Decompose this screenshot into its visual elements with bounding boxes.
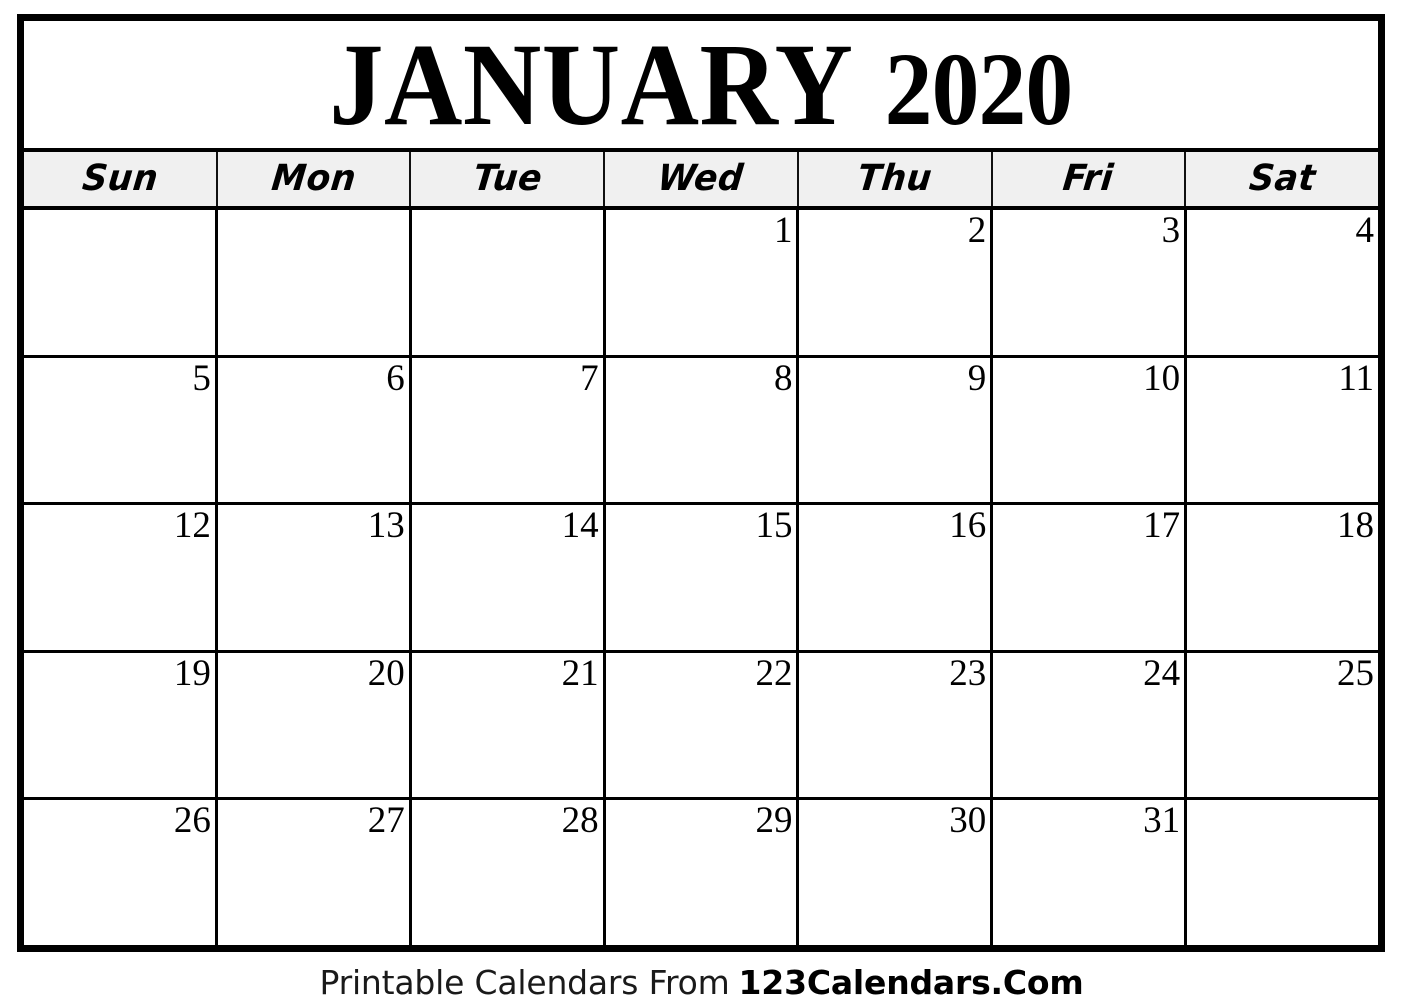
weekday-header-row: Sun Mon Tue Wed Thu Fri Sat (24, 152, 1379, 210)
day-number: 21 (561, 652, 599, 694)
day-number: 3 (1161, 210, 1181, 251)
day-number: 23 (949, 652, 987, 694)
calendar-page: JANUARY 2020 Sun Mon Tue Wed Thu Fri Sat… (0, 0, 1403, 1006)
day-cell[interactable]: 31 (993, 800, 1188, 945)
day-cell[interactable]: 4 (1187, 210, 1379, 355)
day-number: 8 (773, 357, 793, 399)
day-number: 20 (367, 652, 405, 694)
day-number: 7 (580, 357, 599, 399)
day-cell[interactable]: 14 (411, 505, 606, 650)
day-cell[interactable]: 27 (217, 800, 412, 945)
day-number: 9 (967, 357, 987, 399)
day-cell[interactable]: 12 (24, 505, 218, 650)
day-cell[interactable]: 3 (993, 210, 1188, 355)
day-number: 5 (192, 357, 211, 399)
day-cell[interactable]: 23 (799, 652, 994, 798)
day-cell[interactable]: 13 (217, 505, 412, 650)
weekday-header-fri: Fri (992, 152, 1187, 206)
week-row: 19 20 21 22 23 24 25 (24, 652, 1379, 801)
footer: Printable Calendars From 123Calendars.Com (0, 958, 1403, 1006)
day-cell[interactable]: 15 (605, 505, 800, 650)
day-cell[interactable]: 5 (24, 357, 218, 503)
day-number: 14 (561, 505, 599, 547)
day-cell[interactable]: 21 (411, 652, 606, 798)
calendar-title: JANUARY 2020 (329, 21, 1074, 150)
day-number: 4 (1355, 210, 1375, 251)
weekday-header-tue: Tue (411, 152, 606, 206)
day-cell[interactable]: 6 (217, 357, 412, 503)
weekday-label: Wed (656, 158, 746, 199)
day-cell[interactable]: 8 (605, 357, 800, 503)
day-cell[interactable]: 19 (24, 652, 218, 798)
day-cell[interactable]: 22 (605, 652, 800, 798)
calendar-frame: JANUARY 2020 Sun Mon Tue Wed Thu Fri Sat… (17, 14, 1385, 952)
day-number: 17 (1143, 505, 1181, 547)
weekday-header-sun: Sun (24, 152, 218, 206)
weekday-label: Mon (269, 158, 358, 199)
day-cell[interactable]: 26 (24, 800, 218, 945)
day-number: 27 (367, 800, 405, 842)
day-cell[interactable]: 17 (993, 505, 1188, 650)
day-cell[interactable]: 9 (799, 357, 994, 503)
day-cell[interactable]: 28 (411, 800, 606, 945)
day-number: 16 (949, 505, 987, 547)
day-number: 12 (173, 505, 211, 547)
day-cell[interactable]: 7 (411, 357, 606, 503)
day-cell[interactable]: 25 (1187, 652, 1379, 798)
day-number: 22 (755, 652, 793, 694)
weekday-label: Thu (855, 158, 935, 199)
day-cell[interactable]: 20 (217, 652, 412, 798)
footer-text: Printable Calendars From 123Calendars.Com (319, 963, 1083, 1002)
day-cell[interactable]: 2 (799, 210, 994, 355)
day-cell[interactable] (217, 210, 412, 355)
weekday-label: Sun (79, 158, 160, 199)
day-cell[interactable]: 10 (993, 357, 1188, 503)
calendar-title-bar: JANUARY 2020 (24, 21, 1378, 152)
day-cell[interactable]: 30 (799, 800, 994, 945)
weekday-label: Fri (1061, 158, 1116, 199)
date-grid: 1 2 3 4 5 6 7 8 9 10 11 12 13 14 15 16 1… (24, 210, 1379, 945)
day-number: 6 (386, 357, 405, 399)
day-number: 31 (1143, 800, 1181, 842)
day-cell[interactable] (1187, 800, 1379, 945)
day-number: 30 (949, 800, 987, 842)
day-cell[interactable]: 24 (993, 652, 1188, 798)
day-cell[interactable]: 29 (605, 800, 800, 945)
day-cell[interactable]: 16 (799, 505, 994, 650)
day-cell[interactable]: 18 (1187, 505, 1379, 650)
weekday-header-thu: Thu (798, 152, 993, 206)
day-number: 25 (1337, 652, 1375, 694)
day-number: 18 (1337, 505, 1375, 547)
week-row: 5 6 7 8 9 10 11 (24, 357, 1379, 506)
day-number: 1 (773, 210, 793, 251)
title-month: JANUARY (329, 21, 854, 150)
weekday-label: Tue (470, 158, 544, 199)
day-number: 26 (173, 800, 211, 842)
day-number: 28 (561, 800, 599, 842)
day-number: 24 (1143, 652, 1181, 694)
weekday-header-mon: Mon (217, 152, 412, 206)
weekday-header-wed: Wed (605, 152, 799, 206)
day-number: 2 (967, 210, 987, 251)
weekday-header-sat: Sat (1186, 152, 1379, 206)
day-cell[interactable] (411, 210, 606, 355)
day-number: 11 (1338, 357, 1375, 399)
footer-brand-link[interactable]: 123Calendars.Com (739, 963, 1084, 1002)
day-cell[interactable]: 11 (1187, 357, 1379, 503)
title-year: 2020 (884, 31, 1074, 147)
week-row: 26 27 28 29 30 31 (24, 800, 1379, 945)
day-number: 15 (755, 505, 793, 547)
week-row: 1 2 3 4 (24, 210, 1379, 358)
week-row: 12 13 14 15 16 17 18 (24, 505, 1379, 653)
day-number: 10 (1143, 357, 1181, 399)
footer-prefix: Printable Calendars From (319, 962, 730, 1002)
day-cell[interactable] (24, 210, 218, 355)
day-number: 13 (367, 505, 405, 547)
day-cell[interactable]: 1 (605, 210, 800, 355)
weekday-label: Sat (1246, 158, 1318, 199)
day-number: 29 (755, 800, 793, 842)
day-number: 19 (173, 652, 211, 694)
